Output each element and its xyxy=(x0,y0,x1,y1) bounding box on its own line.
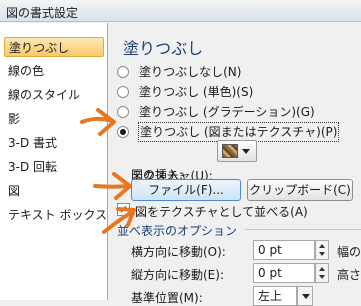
radio-button[interactable] xyxy=(117,66,129,78)
offset-y-label: 縦方向に移動(E): xyxy=(131,268,224,282)
sidebar-item-picture[interactable]: 図 xyxy=(4,181,104,201)
alignment-select[interactable]: 左上 xyxy=(253,286,297,306)
sidebar-item-line-color[interactable]: 線の色 xyxy=(4,61,104,81)
spin-up-icon xyxy=(319,244,325,248)
radio-label: 塗りつぶし (グラデーション)(G) xyxy=(139,105,315,119)
group-divider xyxy=(245,229,361,230)
sidebar-item-line-style[interactable]: 線のスタイル xyxy=(4,85,104,105)
sidebar-item-3d-format[interactable]: 3-D 書式 xyxy=(4,133,104,153)
page-title: 塗りつぶし xyxy=(123,39,204,58)
texture-picker-button[interactable] xyxy=(217,140,257,162)
radio-label: 塗りつぶし (単色)(S) xyxy=(139,85,254,99)
scale-x-label: 幅の xyxy=(337,245,361,259)
spin-down-icon xyxy=(319,252,325,256)
radio-button[interactable] xyxy=(117,106,129,118)
tile-checkbox-label: 図をテクスチャとして並べる(A) xyxy=(135,205,308,219)
radio-label: 塗りつぶしなし(N) xyxy=(139,65,242,79)
radio-label: 塗りつぶし (図またはテクスチャ)(P) xyxy=(137,122,340,142)
offset-y-input[interactable]: 0 pt xyxy=(253,263,315,283)
offset-x-label: 横方向に移動(O): xyxy=(131,245,226,259)
file-button[interactable]: ファイル(F)... xyxy=(131,179,241,201)
sidebar-item-fill[interactable]: 塗りつぶし xyxy=(4,37,104,57)
spin-down-icon xyxy=(319,275,325,279)
window-title: 図の書式設定 xyxy=(6,6,79,20)
sidebar-item-text-box[interactable]: テキスト ボックス xyxy=(4,205,107,225)
spin-up-icon xyxy=(319,267,325,271)
tiling-options-title: 並べ表示のオプション xyxy=(117,224,238,238)
alignment-label: 基準位置(M): xyxy=(131,291,203,305)
offset-x-spinner[interactable] xyxy=(315,240,329,260)
title-bar: 図の書式設定 xyxy=(0,0,361,22)
fill-panel: 塗りつぶし 塗りつぶしなし(N) 塗りつぶし (単色)(S) 塗りつぶし (グラ… xyxy=(109,23,361,306)
scale-y-label: 高さ xyxy=(337,268,361,282)
offset-x-input[interactable]: 0 pt xyxy=(253,240,315,260)
offset-y-spinner[interactable] xyxy=(315,263,329,283)
clipboard-button[interactable]: クリップボード(C) xyxy=(247,179,353,201)
radio-button[interactable] xyxy=(117,86,129,98)
chevron-down-icon[interactable] xyxy=(297,286,313,306)
sidebar-item-3d-rotation[interactable]: 3-D 回転 xyxy=(4,157,104,177)
texture-swatch xyxy=(222,144,238,158)
chevron-down-icon xyxy=(242,149,250,154)
tile-checkbox[interactable]: ✓ xyxy=(117,203,130,216)
radio-button[interactable] xyxy=(117,126,129,138)
sidebar: 塗りつぶし 線の色 線のスタイル 影 3-D 書式 3-D 回転 図 テキスト … xyxy=(0,23,108,300)
sidebar-item-shadow[interactable]: 影 xyxy=(4,109,104,129)
